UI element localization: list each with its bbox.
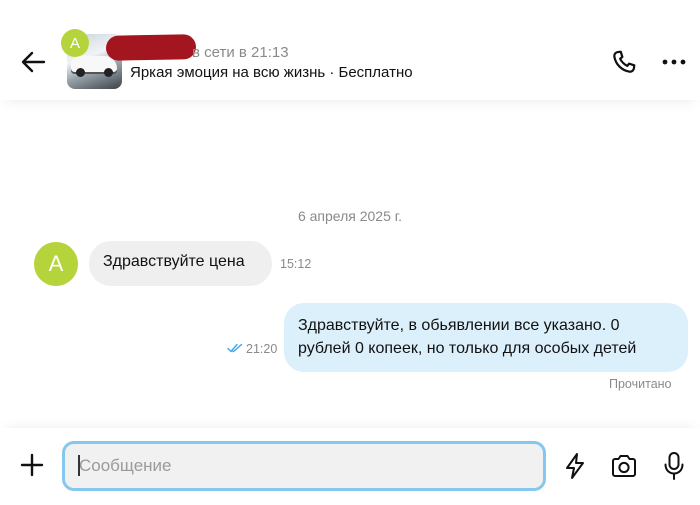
text-cursor: [78, 455, 80, 476]
car-wheel: [76, 68, 85, 77]
car-wheel: [104, 68, 113, 77]
incoming-message[interactable]: Здравствуйте цена: [89, 241, 272, 286]
message-time: 15:12: [280, 257, 312, 271]
sender-avatar[interactable]: A: [34, 242, 78, 286]
read-status: Прочитано: [609, 377, 672, 391]
message-input-container[interactable]: [62, 441, 546, 491]
phone-icon[interactable]: [610, 48, 638, 76]
outgoing-message[interactable]: Здравствуйте, в обьявлении все указано. …: [284, 303, 688, 372]
microphone-icon[interactable]: [662, 451, 686, 481]
camera-icon[interactable]: [610, 453, 638, 479]
chat-header: A в сети в 21:13 Яркая эмоция на всю жиз…: [0, 0, 700, 100]
arrow-left-icon[interactable]: [18, 48, 48, 76]
redacted-seller-name: [105, 34, 197, 61]
message-input[interactable]: [65, 444, 543, 488]
plus-icon[interactable]: [19, 452, 45, 478]
lightning-icon[interactable]: [562, 452, 588, 480]
double-check-icon: [227, 343, 243, 353]
message-text-line: Здравствуйте, в обьявлении все указано. …: [298, 317, 620, 334]
date-separator: 6 апреля 2025 г.: [297, 208, 403, 224]
seller-avatar[interactable]: A: [61, 29, 89, 57]
message-time: 21:20: [246, 342, 278, 356]
listing-title[interactable]: Яркая эмоция на всю жизнь · Бесплатно: [130, 64, 413, 81]
message-text-line: рублей 0 копеек, но только для особых де…: [298, 340, 637, 357]
more-horizontal-icon[interactable]: [660, 52, 688, 72]
seller-status: в сети в 21:13: [192, 44, 289, 61]
